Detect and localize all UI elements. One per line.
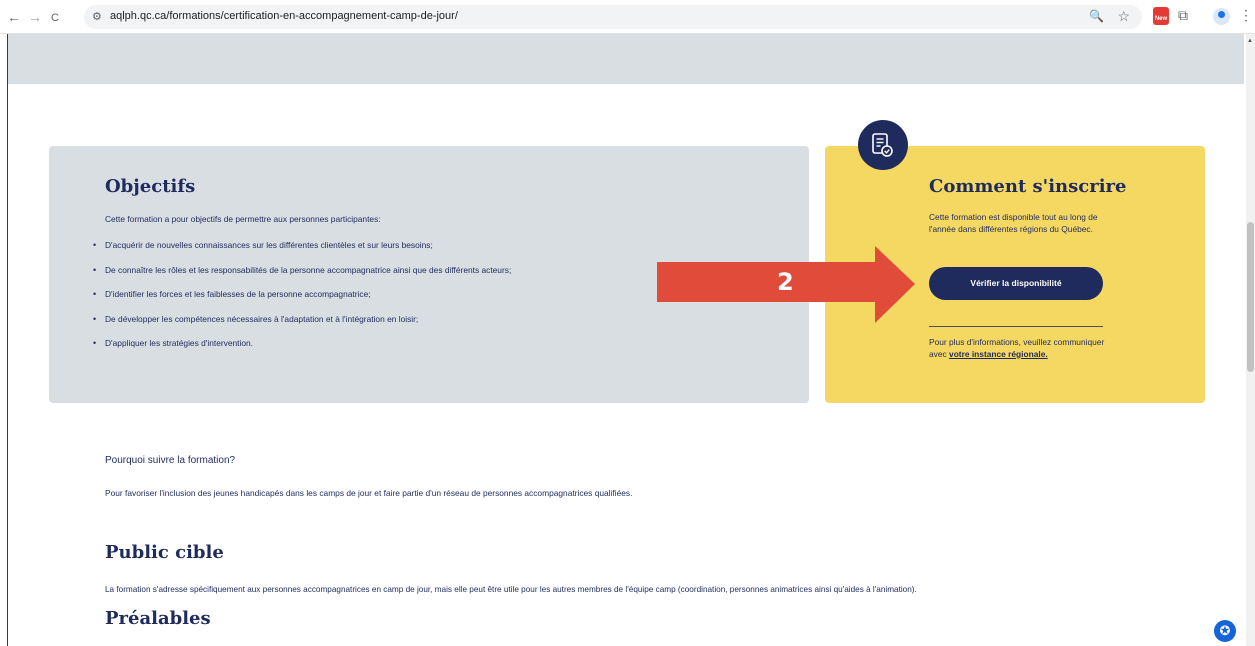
divider	[929, 326, 1103, 327]
url-text[interactable]: aqlph.qc.ca/formations/certification-en-…	[110, 10, 458, 22]
extensions-puzzle-icon[interactable]: ⧉	[1178, 7, 1188, 24]
pourquoi-title: Pourquoi suivre la formation?	[105, 455, 236, 466]
list-item: D'acquérir de nouvelles connaissances su…	[91, 240, 511, 265]
accessibility-icon[interactable]: ✪	[1214, 620, 1236, 642]
list-item: De connaître les rôles et les responsabi…	[91, 265, 511, 290]
site-info-icon[interactable]: ⚙	[92, 10, 102, 23]
page-left-border	[7, 34, 8, 646]
document-check-badge	[858, 120, 908, 170]
reload-icon[interactable]: C	[51, 10, 59, 26]
bookmark-star-icon[interactable]: ☆	[1117, 8, 1130, 25]
objectifs-title: Objectifs	[105, 176, 196, 197]
public-cible-title: Public cible	[105, 542, 224, 563]
document-check-icon	[872, 133, 893, 157]
browser-menu-icon[interactable]: ⋮	[1239, 7, 1253, 24]
pourquoi-text: Pour favoriser l'inclusion des jeunes ha…	[105, 488, 633, 498]
objectifs-list: D'acquérir de nouvelles connaissances su…	[91, 240, 511, 363]
list-item: D'identifier les forces et les faiblesse…	[91, 289, 511, 314]
inscription-description: Cette formation est disponible tout au l…	[929, 212, 1098, 234]
page-scrollbar[interactable]: ▲	[1246, 34, 1255, 646]
public-cible-text: La formation s'adresse spécifiquement au…	[105, 585, 917, 594]
scroll-up-icon[interactable]: ▲	[1247, 38, 1253, 44]
extension-new-icon[interactable]: New	[1153, 7, 1169, 25]
forward-icon[interactable]: →	[28, 9, 42, 25]
inscription-title: Comment s'inscrire	[929, 176, 1127, 197]
zoom-icon[interactable]: 🔍	[1089, 9, 1104, 23]
list-item: De développer les compétences nécessaire…	[91, 314, 511, 339]
regional-instance-link[interactable]: votre instance régionale.	[949, 349, 1048, 359]
list-item: D'appliquer les stratégies d'interventio…	[91, 338, 511, 363]
profile-avatar[interactable]	[1213, 8, 1230, 25]
scrollbar-thumb[interactable]	[1247, 222, 1254, 372]
annotation-step-number: 2	[777, 268, 794, 296]
prealables-title: Préalables	[105, 608, 211, 629]
objectifs-intro: Cette formation a pour objectifs de perm…	[105, 214, 381, 224]
more-info-text: Pour plus d'informations, veuillez commu…	[929, 336, 1119, 360]
address-bar[interactable]: ⚙ aqlph.qc.ca/formations/certification-e…	[84, 5, 1142, 29]
verify-availability-button[interactable]: Vérifier la disponibilité	[929, 267, 1103, 300]
browser-toolbar: ← → C ⚙ aqlph.qc.ca/formations/certifica…	[0, 0, 1255, 34]
back-icon[interactable]: ←	[7, 9, 21, 25]
header-banner-bottom	[8, 34, 1244, 84]
